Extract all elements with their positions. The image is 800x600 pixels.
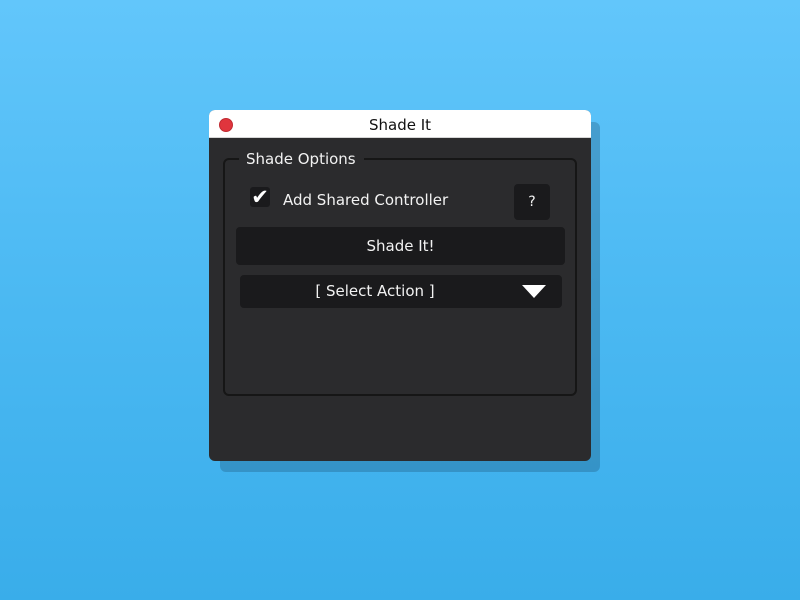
shade-it-button[interactable]: Shade It!	[236, 227, 565, 265]
action-select[interactable]: [ Select Action ]	[240, 275, 562, 308]
add-shared-controller-checkbox[interactable]: ✔	[250, 185, 270, 209]
window-title: Shade It	[368, 116, 432, 134]
shade-it-window: Shade It Shade Options ✔ Add Shared Cont…	[209, 110, 591, 461]
add-shared-controller-label[interactable]: Add Shared Controller	[283, 191, 448, 209]
group-legend: Shade Options	[239, 150, 364, 168]
action-select-value: [ Select Action ]	[315, 282, 435, 300]
checkmark-icon: ✔	[251, 185, 269, 209]
help-button[interactable]: ?	[514, 184, 550, 220]
dropdown-arrow-icon	[522, 285, 546, 298]
title-bar[interactable]: Shade It	[209, 110, 591, 138]
